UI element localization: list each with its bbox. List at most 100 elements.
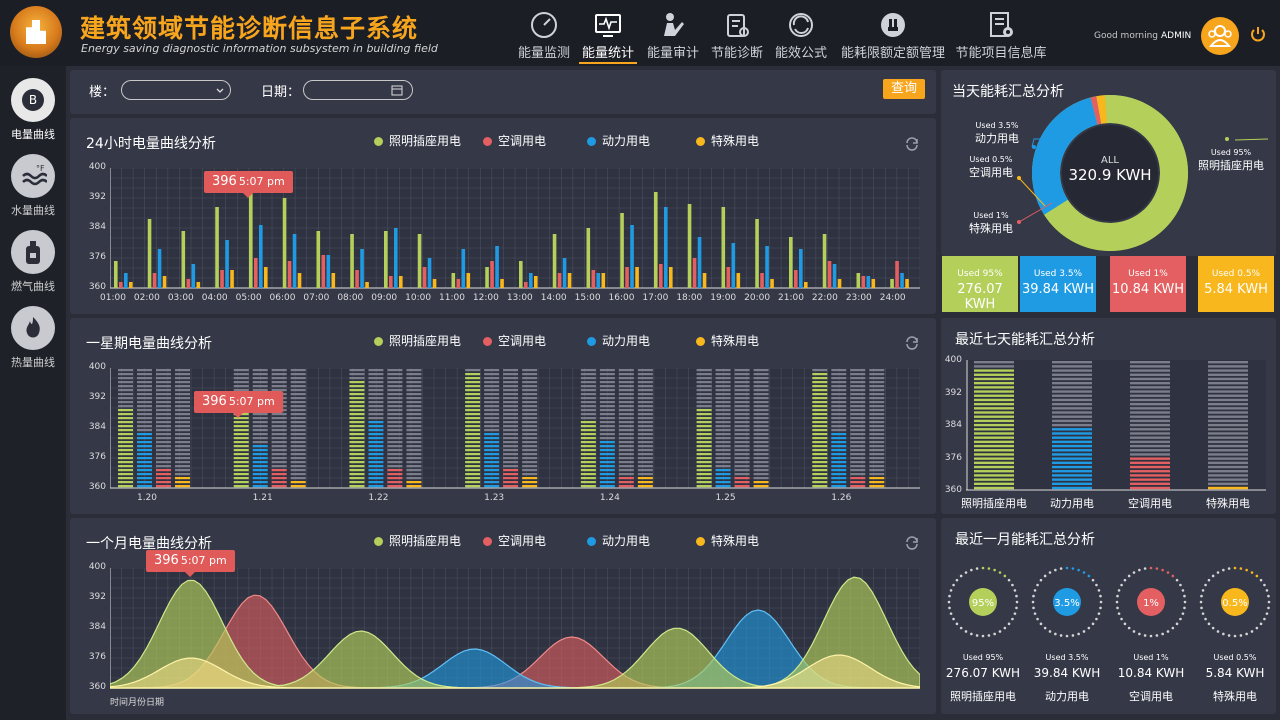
sidebar-item-water[interactable]: °F 水量曲线	[0, 154, 66, 218]
nav-item-diagnosis[interactable]: 节能诊断	[708, 10, 766, 64]
x-tick-label: 1.22	[368, 493, 389, 503]
bar-segment	[1130, 461, 1170, 465]
bar-segment	[503, 413, 519, 416]
bar-segment	[484, 425, 500, 428]
query-button[interactable]: 查询	[883, 79, 925, 99]
bar-segment	[137, 481, 152, 484]
bar-segment	[715, 433, 731, 436]
bar-segment	[618, 449, 634, 452]
calendar-icon[interactable]	[391, 84, 403, 96]
nav-item-quota[interactable]: 能耗限额定额管理	[838, 10, 948, 64]
bar-segment	[175, 429, 190, 432]
bar-segment	[734, 481, 750, 484]
bar-segment	[349, 369, 365, 372]
bar-segment	[1052, 436, 1092, 439]
bar-segment	[503, 389, 519, 392]
nav-item-formula[interactable]: 能效公式	[772, 10, 830, 64]
bar-segment	[484, 381, 500, 384]
refresh-icon[interactable]	[905, 536, 919, 550]
bar-segment	[1208, 373, 1248, 376]
bar-照明插座用电	[552, 234, 557, 288]
bar-segment	[387, 433, 403, 436]
bar-segment	[349, 377, 365, 380]
bar-segment	[812, 369, 828, 372]
bar-segment	[156, 441, 171, 444]
bar-segment	[137, 385, 152, 388]
bar-segment	[156, 373, 171, 376]
bar-segment	[869, 477, 885, 480]
bar-segment	[869, 465, 885, 468]
x-tick-label: 24:00	[879, 293, 906, 303]
sidebar-item-heat[interactable]: 热量曲线	[0, 306, 66, 370]
bar-segment	[290, 429, 306, 432]
username: ADMIN	[1161, 31, 1192, 41]
ring-pct: 3.5%	[1054, 598, 1079, 609]
bar-segment	[522, 405, 538, 408]
bar-segment	[156, 453, 171, 456]
bar-segment	[812, 389, 828, 392]
y-tick-label: 376	[944, 452, 962, 463]
bar-segment	[753, 457, 769, 460]
bar-segment	[406, 405, 422, 408]
bar-segment	[1052, 470, 1092, 473]
bar-空调用电	[456, 279, 461, 288]
bar-segment	[387, 457, 403, 460]
x-tick-label: 1.21	[252, 493, 273, 503]
sidebar-item-gas[interactable]: 燃气曲线	[0, 230, 66, 294]
bar-segment	[696, 441, 712, 444]
bar-segment	[696, 393, 712, 396]
bar-segment	[156, 385, 171, 388]
bar-segment	[118, 417, 133, 420]
bar-segment	[349, 425, 365, 428]
bar-特殊用电	[702, 273, 707, 288]
ring-chart: 95%	[947, 566, 1019, 638]
nav-item-audit[interactable]: 能量审计	[644, 10, 702, 64]
avatar[interactable]	[1201, 17, 1239, 55]
bar-segment	[599, 421, 615, 424]
bar-segment	[484, 393, 500, 396]
bar-segment	[484, 457, 500, 460]
bar-segment	[812, 465, 828, 468]
bar-动力用电	[799, 249, 803, 288]
bar-segment	[599, 481, 615, 484]
sidebar-item-electric[interactable]: B 电量曲线	[0, 78, 66, 142]
bar-segment	[503, 393, 519, 396]
bar-segment	[156, 473, 171, 476]
bar-segment	[349, 413, 365, 416]
donut-label-ac: Used 0.5% 空调用电	[969, 155, 1013, 179]
bar-segment	[503, 437, 519, 440]
bar-segment	[974, 449, 1014, 452]
bar-segment	[580, 393, 596, 396]
bar-照明插座用电	[856, 273, 861, 288]
bar-segment	[368, 409, 384, 412]
building-select[interactable]	[121, 80, 231, 100]
bar-segment	[618, 445, 634, 448]
nav-item-statistics[interactable]: 能量统计	[579, 10, 637, 64]
nav-item-monitor[interactable]: 能量监测	[516, 10, 572, 64]
bar-segment	[637, 429, 653, 432]
date-input[interactable]	[303, 80, 413, 100]
bar-segment	[831, 469, 847, 472]
monthly-area-chart	[110, 568, 920, 689]
bar-segment	[349, 477, 365, 480]
y-tick-label: 376	[88, 252, 106, 262]
bar-segment	[387, 385, 403, 388]
refresh-icon[interactable]	[905, 137, 919, 151]
bar-segment	[1052, 402, 1092, 406]
bar-segment	[368, 437, 384, 440]
bar-segment	[1130, 436, 1170, 439]
refresh-icon[interactable]	[905, 336, 919, 350]
bar-segment	[387, 389, 403, 392]
bar-segment	[503, 457, 519, 460]
monthly-x-caption: 时间月份日期	[110, 698, 165, 708]
bar-特殊用电	[534, 276, 538, 288]
bar-segment	[271, 421, 287, 424]
nav-item-projects[interactable]: 节能项目信息库	[952, 10, 1050, 64]
bar-segment	[715, 485, 731, 488]
bar-segment	[974, 444, 1014, 448]
bar-segment	[869, 385, 885, 388]
bar-segment	[831, 449, 847, 452]
bar-segment	[1052, 453, 1092, 456]
bar-segment	[974, 440, 1014, 444]
power-icon[interactable]	[1249, 25, 1267, 43]
